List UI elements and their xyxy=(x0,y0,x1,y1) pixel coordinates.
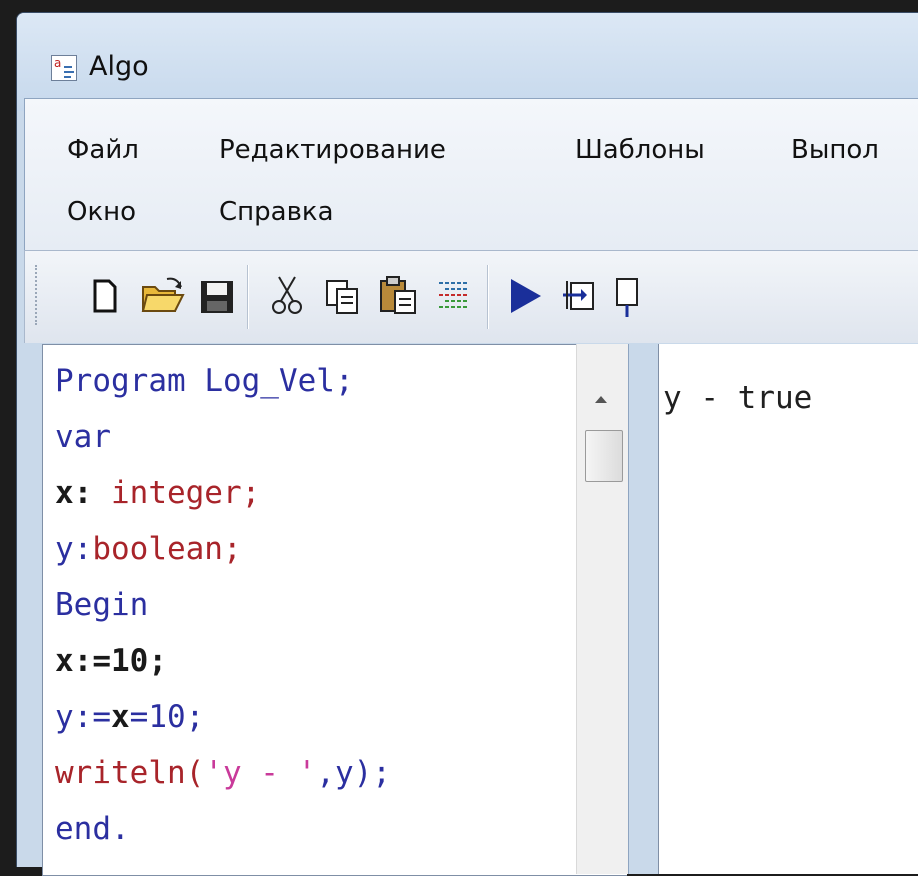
scroll-thumb[interactable] xyxy=(585,430,623,482)
open-folder-icon[interactable] xyxy=(137,271,191,321)
pane-splitter[interactable] xyxy=(628,344,659,874)
paste-icon[interactable] xyxy=(375,271,423,321)
window-title: Algo xyxy=(89,51,149,82)
format-icon[interactable] xyxy=(431,271,475,321)
scroll-up-arrow-icon[interactable] xyxy=(595,396,607,403)
toolbar xyxy=(24,250,918,343)
editor-scrollbar[interactable] xyxy=(576,344,629,874)
algo-app-icon: a xyxy=(51,55,77,81)
menu-help[interactable]: Справка xyxy=(219,197,334,227)
save-icon[interactable] xyxy=(195,271,239,321)
output-pane[interactable]: y - true xyxy=(658,344,918,874)
code-line-3: x: integer; xyxy=(55,475,261,511)
code-editor[interactable]: Program Log_Vel; var x: integer; y:boole… xyxy=(42,344,627,876)
toolbar-grip[interactable] xyxy=(35,265,41,325)
code-line-8: writeln('y - ',y); xyxy=(55,755,391,791)
run-icon[interactable] xyxy=(503,271,547,321)
toolbar-separator xyxy=(487,265,489,329)
title-bar[interactable]: a Algo xyxy=(17,13,918,111)
menu-bar: Файл Редактирование Шаблоны Выпол Окно С… xyxy=(24,98,918,251)
code-line-2: var xyxy=(55,419,111,455)
toolbar-separator xyxy=(247,265,249,329)
code-line-5: Begin xyxy=(55,587,149,623)
code-line-4: y:boolean; xyxy=(55,531,242,567)
step-icon[interactable] xyxy=(609,271,645,321)
code-line-1: Program Log_Vel; xyxy=(55,363,354,399)
output-line: y - true xyxy=(663,380,813,416)
menu-edit[interactable]: Редактирование xyxy=(219,135,446,165)
new-file-icon[interactable] xyxy=(83,271,127,321)
cut-icon[interactable] xyxy=(265,271,309,321)
code-line-9: end. xyxy=(55,811,130,847)
code-line-6: x:=10; xyxy=(55,643,167,679)
menu-window[interactable]: Окно xyxy=(67,197,136,227)
menu-file[interactable]: Файл xyxy=(67,135,139,165)
menu-run[interactable]: Выпол xyxy=(791,135,879,165)
code-line-7: y:=x=10; xyxy=(55,699,205,735)
step-into-icon[interactable] xyxy=(557,271,601,321)
menu-templates[interactable]: Шаблоны xyxy=(575,135,705,165)
copy-icon[interactable] xyxy=(321,271,365,321)
